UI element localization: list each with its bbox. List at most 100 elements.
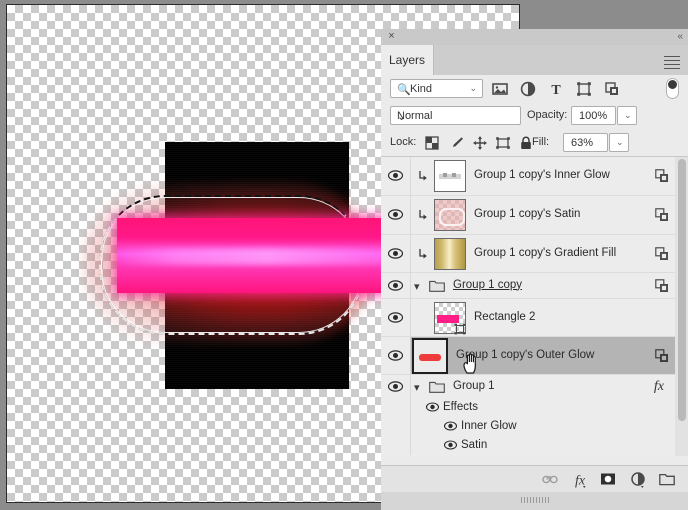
layers-panel-footer: fx bbox=[381, 465, 688, 492]
layer-visibility-toggle[interactable] bbox=[381, 196, 411, 234]
table-row[interactable]: Group 1 copy's Satin bbox=[381, 196, 688, 235]
link-layers-icon[interactable] bbox=[541, 471, 559, 488]
layer-list-scrollbar-thumb[interactable] bbox=[678, 159, 686, 421]
linked-layer-badge-icon[interactable] bbox=[655, 348, 669, 363]
lock-label: Lock: bbox=[390, 136, 417, 148]
panel-resize-strip[interactable] bbox=[381, 492, 688, 510]
list-item[interactable]: Satin bbox=[381, 436, 688, 455]
eye-icon bbox=[388, 380, 403, 392]
eye-icon bbox=[388, 279, 403, 291]
effect-link-arrow-icon bbox=[419, 210, 427, 220]
shape-layer-filter-icon[interactable] bbox=[575, 80, 593, 98]
svg-text:fx: fx bbox=[575, 474, 586, 489]
filter-kind-select[interactable]: 🔍 Kind ⌄ bbox=[390, 79, 483, 98]
eye-icon[interactable] bbox=[426, 402, 439, 412]
panel-resize-grip[interactable] bbox=[520, 497, 549, 503]
effects-eye-column bbox=[381, 398, 411, 417]
search-icon: 🔍 bbox=[397, 84, 411, 96]
hand-cursor bbox=[463, 353, 476, 374]
panel-tab-strip: × « bbox=[381, 29, 688, 46]
layers-panel: × « Layers 🔍 Kind ⌄ T Normal ⌄ Opacity: … bbox=[381, 29, 688, 510]
smart-object-filter-icon[interactable] bbox=[603, 80, 621, 98]
opacity-stepper-icon[interactable]: ⌄ bbox=[617, 106, 637, 125]
tab-layers[interactable]: Layers bbox=[381, 45, 434, 75]
layer-name: Group 1 copy's Satin bbox=[474, 208, 581, 220]
layer-name: Group 1 bbox=[453, 379, 495, 392]
selected-layer-thumbnail-frame[interactable] bbox=[412, 337, 448, 374]
layer-list-scrollbar[interactable] bbox=[675, 157, 688, 456]
pink-rectangle-artwork bbox=[117, 218, 389, 293]
layer-thumbnail[interactable] bbox=[434, 237, 466, 270]
eye-icon[interactable] bbox=[444, 440, 457, 450]
layer-effects-fx-icon[interactable]: fx bbox=[654, 379, 664, 395]
close-icon[interactable]: × bbox=[386, 31, 397, 42]
lock-position-icon[interactable] bbox=[472, 135, 488, 151]
linked-layer-badge-icon[interactable] bbox=[655, 208, 669, 222]
lock-image-pixels-icon[interactable] bbox=[449, 135, 465, 151]
type-layer-filter-icon[interactable]: T bbox=[547, 80, 565, 98]
collapse-panel-icon[interactable]: « bbox=[677, 31, 682, 42]
filter-toggle-switch[interactable] bbox=[666, 78, 679, 99]
table-row[interactable]: Group 1 copy's Outer Glow bbox=[381, 337, 688, 375]
group-expand-twisty-icon[interactable]: ▾ bbox=[414, 381, 420, 394]
list-item[interactable]: Inner Glow bbox=[381, 417, 688, 436]
list-item[interactable]: Effects bbox=[381, 398, 688, 417]
layer-visibility-toggle[interactable] bbox=[381, 235, 411, 272]
new-group-icon[interactable] bbox=[658, 471, 676, 488]
vector-mask-badge-icon[interactable] bbox=[454, 323, 466, 335]
table-row[interactable]: ▾ Group 1 fx ^ bbox=[381, 375, 688, 398]
effect-name: Inner Glow bbox=[461, 420, 517, 432]
linked-layer-badge-icon[interactable] bbox=[655, 278, 669, 293]
add-layer-style-icon[interactable]: fx bbox=[571, 471, 589, 488]
opacity-input[interactable]: 100% bbox=[571, 106, 616, 125]
eye-icon bbox=[388, 247, 403, 259]
pink-rectangle-sheen bbox=[117, 248, 389, 265]
layer-visibility-toggle[interactable] bbox=[381, 375, 411, 398]
effects-group-label: Effects bbox=[443, 401, 478, 413]
panel-tab-row: Layers bbox=[381, 45, 688, 76]
layer-thumbnail[interactable] bbox=[434, 199, 466, 231]
new-adjustment-layer-icon[interactable] bbox=[629, 471, 647, 488]
effect-link-arrow-icon bbox=[419, 171, 427, 181]
effects-eye-column bbox=[381, 436, 411, 455]
add-layer-mask-icon[interactable] bbox=[599, 471, 617, 488]
layer-visibility-toggle[interactable] bbox=[381, 337, 411, 374]
filter-kind-label: Kind bbox=[410, 83, 433, 95]
lock-artboard-nesting-icon[interactable] bbox=[495, 135, 511, 151]
effect-name: Satin bbox=[461, 439, 488, 451]
table-row[interactable]: Group 1 copy's Gradient Fill bbox=[381, 235, 688, 273]
linked-layer-badge-icon[interactable] bbox=[655, 169, 669, 183]
lock-row: Lock: Fill: 63% ⌄ bbox=[381, 130, 688, 157]
app-root: × « Layers 🔍 Kind ⌄ T Normal ⌄ Opacity: … bbox=[0, 0, 688, 510]
layer-visibility-toggle[interactable] bbox=[381, 157, 411, 195]
panel-menu-icon[interactable] bbox=[664, 56, 680, 72]
pixel-layer-filter-icon[interactable] bbox=[491, 80, 509, 98]
group-expand-twisty-icon[interactable]: ▾ bbox=[414, 280, 420, 293]
folder-icon bbox=[429, 280, 445, 292]
fill-value: 63% bbox=[571, 137, 594, 149]
eye-icon bbox=[388, 170, 403, 181]
layer-thumbnail[interactable] bbox=[434, 160, 466, 192]
table-row[interactable]: Group 1 copy's Inner Glow bbox=[381, 157, 688, 196]
folder-icon bbox=[429, 381, 445, 393]
layer-name: Rectangle 2 bbox=[474, 310, 536, 323]
table-row[interactable]: ▾ Group 1 copy bbox=[381, 273, 688, 299]
eye-icon[interactable] bbox=[444, 421, 457, 431]
layer-visibility-toggle[interactable] bbox=[381, 273, 411, 298]
fill-stepper-icon[interactable]: ⌄ bbox=[609, 133, 629, 152]
layer-list[interactable]: Group 1 copy's Inner Glow Group 1 copy's… bbox=[381, 157, 688, 456]
layer-name: Group 1 copy bbox=[453, 278, 523, 291]
fill-input[interactable]: 63% bbox=[563, 133, 608, 152]
adjustment-layer-filter-icon[interactable] bbox=[519, 80, 537, 98]
blend-mode-select[interactable]: Normal ⌄ bbox=[390, 106, 521, 125]
table-row[interactable]: Rectangle 2 bbox=[381, 299, 688, 337]
lock-transparent-pixels-icon[interactable] bbox=[424, 135, 440, 151]
eye-icon bbox=[388, 349, 403, 361]
eye-icon bbox=[388, 209, 403, 220]
panel-body: 🔍 Kind ⌄ T Normal ⌄ Opacity: 100% ⌄ Lock… bbox=[381, 75, 688, 510]
effects-eye-column bbox=[381, 417, 411, 436]
fill-label: Fill: bbox=[532, 136, 550, 148]
linked-layer-badge-icon[interactable] bbox=[655, 246, 669, 261]
effect-link-arrow-icon bbox=[419, 248, 427, 258]
layer-visibility-toggle[interactable] bbox=[381, 299, 411, 336]
